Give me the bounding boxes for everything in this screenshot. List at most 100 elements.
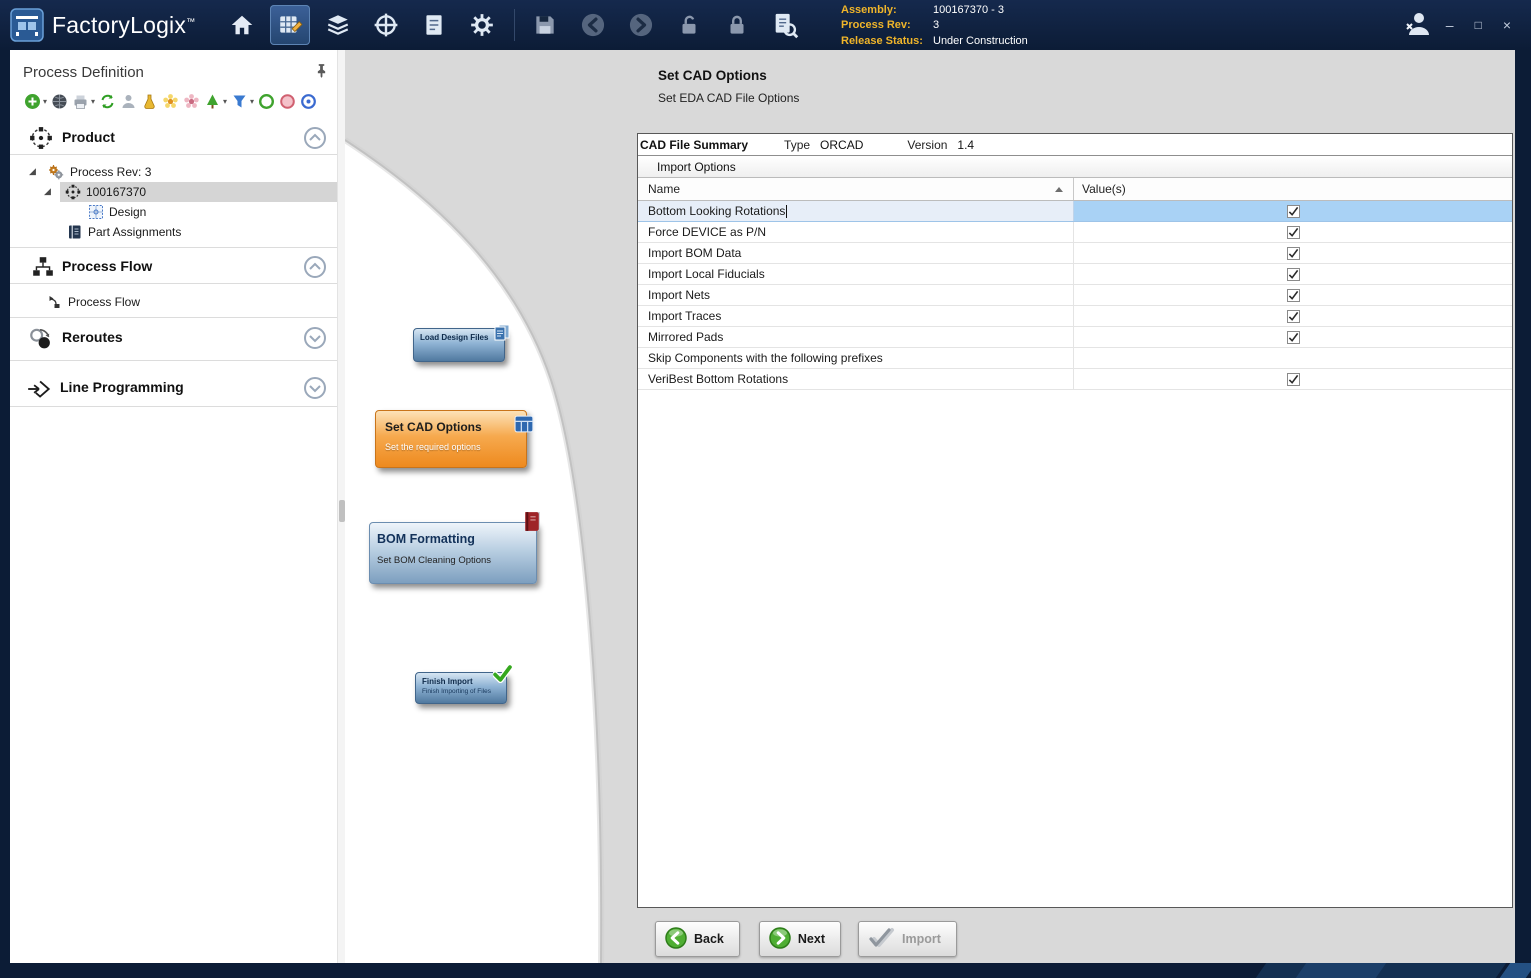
close-button[interactable]: × xyxy=(1503,18,1511,32)
table-row[interactable]: Mirrored Pads xyxy=(638,327,1512,348)
dispatch-icon[interactable] xyxy=(366,5,406,45)
column-header-name[interactable]: Name xyxy=(638,178,1074,200)
tree-item-label[interactable]: Process Rev: 3 xyxy=(70,165,151,179)
collapse-up-icon[interactable] xyxy=(303,126,327,155)
section-line-programming-label[interactable]: Line Programming xyxy=(60,379,184,395)
dropdown-arrow-icon[interactable]: ▾ xyxy=(43,97,47,106)
option-value-cell[interactable] xyxy=(1074,222,1512,242)
option-checkbox[interactable] xyxy=(1287,268,1300,281)
table-row[interactable]: Import Local Fiducials xyxy=(638,264,1512,285)
import-button[interactable]: Import xyxy=(858,921,957,957)
filter-icon[interactable] xyxy=(231,93,248,110)
tree-item-label[interactable]: 100167370 xyxy=(86,185,146,199)
tree-item-label[interactable]: Process Flow xyxy=(68,295,140,309)
table-row[interactable]: Bottom Looking Rotations xyxy=(638,201,1512,222)
import-options-group-header[interactable]: Import Options xyxy=(638,156,1512,178)
settings-gear-icon[interactable] xyxy=(462,5,502,45)
table-row[interactable]: VeriBest Bottom Rotations xyxy=(638,369,1512,390)
table-row[interactable]: Import Traces xyxy=(638,306,1512,327)
option-checkbox[interactable] xyxy=(1287,247,1300,260)
section-reroutes[interactable]: Reroutes xyxy=(10,324,337,352)
option-name-cell[interactable]: Import BOM Data xyxy=(638,243,1074,263)
tree-item-label[interactable]: Design xyxy=(109,205,146,219)
undo-icon[interactable] xyxy=(573,5,613,45)
option-name-cell[interactable]: VeriBest Bottom Rotations xyxy=(638,369,1074,389)
option-name-cell[interactable]: Import Local Fiducials xyxy=(638,264,1074,284)
option-value-cell[interactable] xyxy=(1074,327,1512,347)
person-icon[interactable] xyxy=(120,93,137,110)
option-name-cell[interactable]: Bottom Looking Rotations xyxy=(638,201,1074,221)
option-checkbox[interactable] xyxy=(1287,289,1300,302)
table-row[interactable]: Skip Components with the following prefi… xyxy=(638,348,1512,369)
table-row[interactable]: Import Nets xyxy=(638,285,1512,306)
collapse-up-icon[interactable] xyxy=(303,255,327,284)
option-checkbox[interactable] xyxy=(1287,331,1300,344)
option-value-cell[interactable] xyxy=(1074,306,1512,326)
section-product[interactable]: Product xyxy=(10,124,337,152)
section-process-flow-label[interactable]: Process Flow xyxy=(62,258,152,274)
option-checkbox[interactable] xyxy=(1287,205,1300,218)
status-green-icon[interactable] xyxy=(258,93,275,110)
document-search-icon[interactable] xyxy=(765,5,805,45)
refresh-icon[interactable] xyxy=(99,93,116,110)
dropdown-arrow-icon[interactable]: ▾ xyxy=(250,97,254,106)
table-row[interactable]: Import BOM Data xyxy=(638,243,1512,264)
pin-icon[interactable] xyxy=(316,63,327,83)
option-name-cell[interactable]: Import Traces xyxy=(638,306,1074,326)
table-row[interactable]: Force DEVICE as P/N xyxy=(638,222,1512,243)
wizard-step-set-cad-options[interactable]: Set CAD Options Set the required options xyxy=(375,410,527,468)
sidebar-scrollbar[interactable] xyxy=(337,50,345,963)
back-button[interactable]: Back xyxy=(655,921,740,957)
option-value-cell[interactable] xyxy=(1074,369,1512,389)
option-value-cell[interactable] xyxy=(1074,201,1512,221)
process-definition-icon[interactable] xyxy=(270,5,310,45)
option-value-cell[interactable] xyxy=(1074,264,1512,284)
add-icon[interactable] xyxy=(24,93,41,110)
wizard-step-bom-formatting[interactable]: BOM Formatting Set BOM Cleaning Options xyxy=(369,522,537,584)
globe-icon[interactable] xyxy=(51,93,68,110)
dropdown-arrow-icon[interactable]: ▾ xyxy=(223,97,227,106)
print-icon[interactable] xyxy=(72,93,89,110)
option-name-cell[interactable]: Import Nets xyxy=(638,285,1074,305)
flask-icon[interactable] xyxy=(141,93,158,110)
column-header-values[interactable]: Value(s) xyxy=(1074,178,1512,200)
option-value-cell[interactable] xyxy=(1074,348,1512,368)
home-icon[interactable] xyxy=(222,5,262,45)
wizard-step-load-design-files[interactable]: Load Design Files xyxy=(413,328,505,362)
lock-icon[interactable] xyxy=(717,5,757,45)
collapse-down-icon[interactable] xyxy=(303,326,327,355)
option-checkbox[interactable] xyxy=(1287,310,1300,323)
production-icon[interactable] xyxy=(318,5,358,45)
dropdown-arrow-icon[interactable]: ▾ xyxy=(91,97,95,106)
palette-icon[interactable] xyxy=(183,93,200,110)
option-value-cell[interactable] xyxy=(1074,285,1512,305)
expander-icon[interactable]: ◢ xyxy=(29,166,36,176)
user-logout-icon[interactable] xyxy=(1404,9,1432,42)
option-checkbox[interactable] xyxy=(1287,373,1300,386)
option-checkbox[interactable] xyxy=(1287,226,1300,239)
status-blue-icon[interactable] xyxy=(300,93,317,110)
tree-item-design[interactable]: Design xyxy=(10,202,337,222)
section-process-flow[interactable]: Process Flow xyxy=(10,253,337,281)
tree-item-assembly[interactable]: ◢ 100167370 xyxy=(10,182,337,202)
expander-icon[interactable]: ◢ xyxy=(44,186,51,196)
tree-item-process-rev[interactable]: ◢ Process Rev: 3 xyxy=(10,162,337,182)
section-line-programming[interactable]: Line Programming xyxy=(10,374,337,402)
section-reroutes-label[interactable]: Reroutes xyxy=(62,329,123,345)
tree-item-process-flow[interactable]: Process Flow xyxy=(10,292,337,312)
flower-icon[interactable] xyxy=(162,93,179,110)
reports-icon[interactable] xyxy=(414,5,454,45)
export-icon[interactable] xyxy=(204,93,221,110)
option-name-cell[interactable]: Skip Components with the following prefi… xyxy=(638,348,1074,368)
redo-icon[interactable] xyxy=(621,5,661,45)
save-icon[interactable] xyxy=(525,5,565,45)
next-button[interactable]: Next xyxy=(759,921,841,957)
minimize-button[interactable]: – xyxy=(1446,18,1454,32)
wizard-step-finish-import[interactable]: Finish Import Finish Importing of Files xyxy=(415,672,507,704)
maximize-button[interactable]: □ xyxy=(1475,18,1482,32)
collapse-down-icon[interactable] xyxy=(303,376,327,405)
section-product-label[interactable]: Product xyxy=(62,129,115,145)
tree-item-label[interactable]: Part Assignments xyxy=(88,225,181,239)
tree-item-part-assignments[interactable]: Part Assignments xyxy=(10,222,337,242)
option-value-cell[interactable] xyxy=(1074,243,1512,263)
